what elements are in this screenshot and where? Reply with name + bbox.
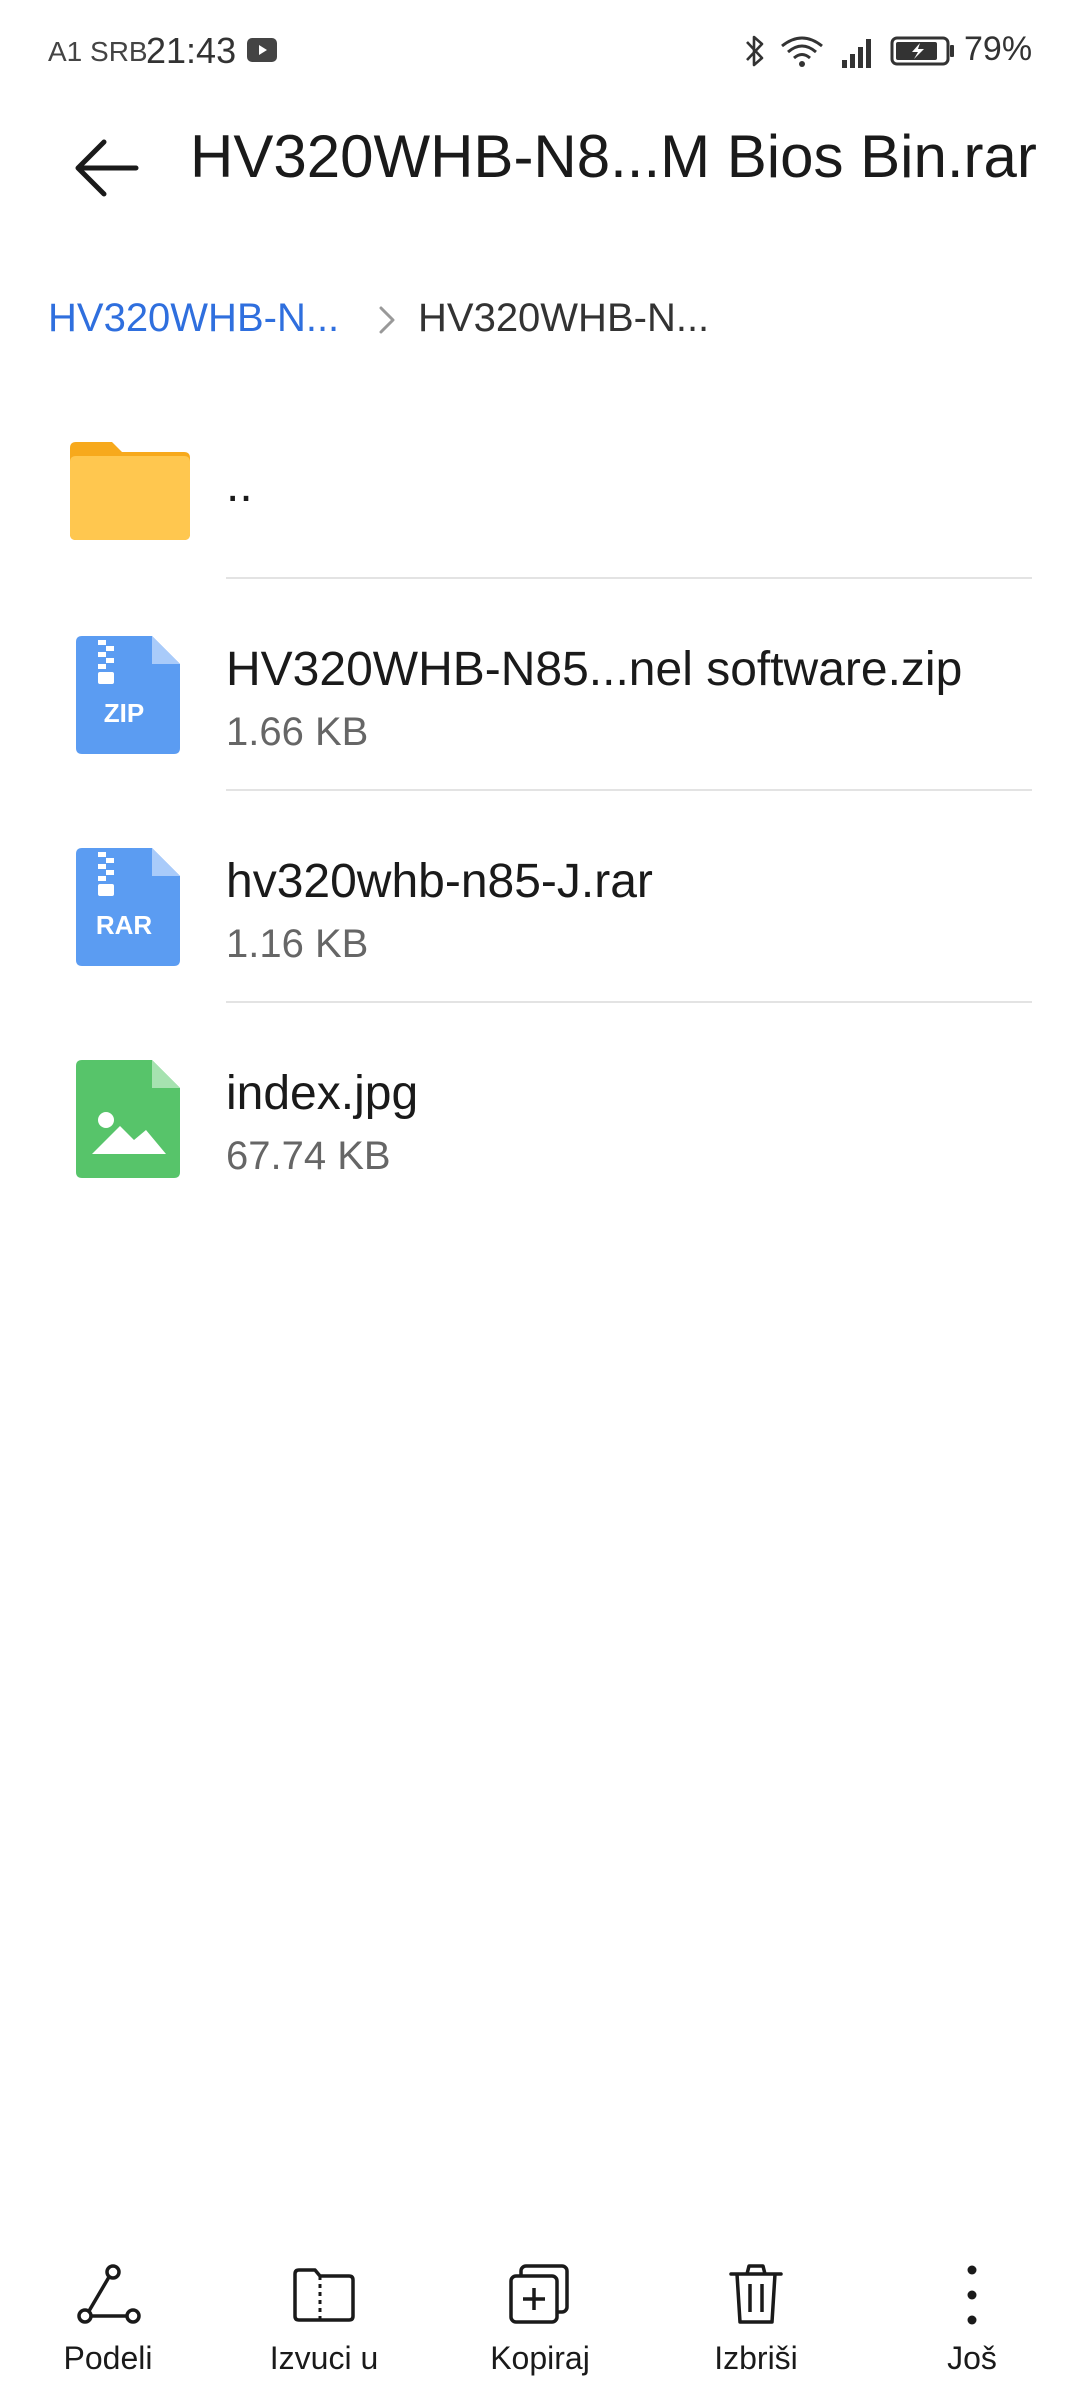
- extract-label: Izvuci u: [269, 2340, 379, 2376]
- file-name: HV320WHB-N85...nel software.zip: [226, 643, 963, 696]
- rar-badge: RAR: [96, 910, 153, 940]
- file-manager-screen: A1 SRB 21:43 79% HV320WHB-N8...M Bios Bi…: [0, 0, 1080, 2400]
- file-name: index.jpg: [226, 1067, 419, 1120]
- extract-folder-icon: [293, 2268, 355, 2322]
- share-button[interactable]: Podeli: [0, 2240, 216, 2400]
- zip-badge: ZIP: [104, 698, 144, 728]
- more-button[interactable]: Još: [864, 2240, 1080, 2400]
- list-item-parent-folder[interactable]: ..: [0, 400, 1080, 614]
- file-name: hv320whb-n85-J.rar: [226, 855, 653, 908]
- divider: [226, 577, 1032, 579]
- share-icon: [77, 2264, 141, 2324]
- file-size: 1.16 KB: [226, 922, 369, 966]
- file-size: 67.74 KB: [226, 1134, 391, 1178]
- more-label: Još: [947, 2340, 997, 2376]
- extract-button[interactable]: Izvuci u: [216, 2240, 432, 2400]
- image-file-icon: [76, 1060, 180, 1178]
- delete-label: Izbriši: [714, 2340, 798, 2376]
- delete-button[interactable]: Izbriši: [648, 2240, 864, 2400]
- breadcrumb-item-current: HV320WHB-N...: [418, 296, 710, 340]
- trash-icon: [729, 2264, 783, 2324]
- rar-file-icon: RAR: [76, 848, 180, 966]
- folder-icon: [70, 442, 190, 540]
- file-name: ..: [226, 459, 253, 512]
- list-item-zip-file[interactable]: ZIP HV320WHB-N85...nel software.zip 1.66…: [0, 612, 1080, 826]
- bottom-toolbar: Podeli Izvuci u Kopiraj Izbriši Još: [0, 2240, 1080, 2400]
- more-icon: [967, 2265, 977, 2325]
- wifi-icon: [781, 36, 823, 67]
- list-item-rar-file[interactable]: RAR hv320whb-n85-J.rar 1.16 KB: [0, 824, 1080, 1038]
- carrier-label: A1 SRB: [48, 36, 148, 67]
- battery-icon: [890, 36, 954, 66]
- chevron-right-icon: [379, 306, 395, 334]
- file-size: 1.66 KB: [226, 710, 369, 754]
- breadcrumb: HV320WHB-N... HV320WHB-N...: [48, 290, 1048, 350]
- breadcrumb-item-parent[interactable]: HV320WHB-N...: [48, 296, 339, 341]
- copy-icon: [509, 2264, 569, 2324]
- status-bar: A1 SRB 21:43 79%: [0, 0, 1080, 100]
- youtube-icon: [247, 38, 277, 62]
- zip-file-icon: ZIP: [76, 636, 180, 754]
- signal-icon: [842, 39, 871, 68]
- battery-percent: 79%: [964, 30, 1033, 68]
- divider: [226, 1001, 1032, 1003]
- list-item-image-file[interactable]: index.jpg 67.74 KB: [0, 1036, 1080, 1250]
- page-title: HV320WHB-N8...M Bios Bin.rar: [190, 123, 1037, 190]
- bluetooth-icon: [746, 35, 764, 67]
- copy-label: Kopiraj: [490, 2340, 590, 2376]
- share-label: Podeli: [63, 2340, 153, 2376]
- copy-button[interactable]: Kopiraj: [432, 2240, 648, 2400]
- clock: 21:43: [146, 30, 237, 71]
- divider: [226, 789, 1032, 791]
- back-arrow-icon[interactable]: [66, 128, 146, 208]
